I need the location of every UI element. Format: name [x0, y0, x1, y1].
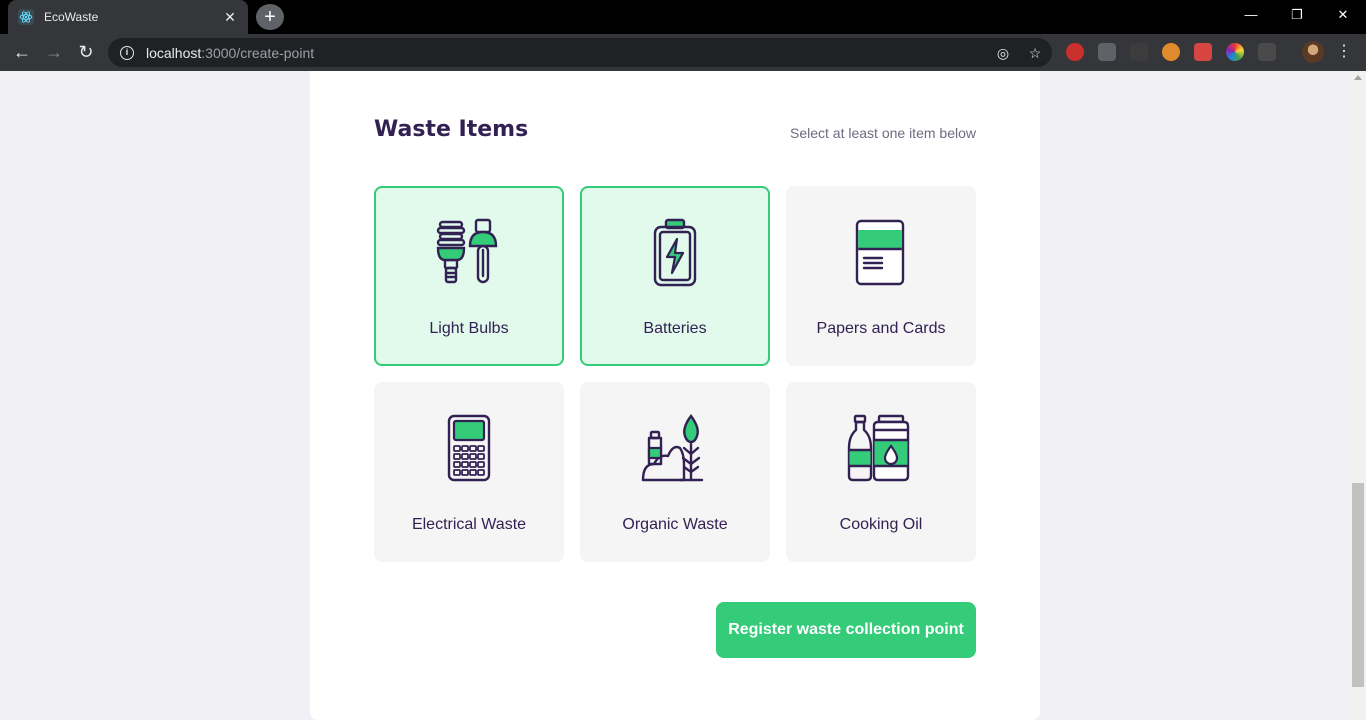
item-label: Electrical Waste — [411, 516, 527, 533]
light-bulbs-icon — [436, 218, 498, 284]
item-papers-and-cards[interactable]: Papers and Cards — [786, 186, 976, 366]
site-info-icon[interactable]: i — [120, 45, 134, 60]
back-button[interactable]: ← — [10, 40, 34, 64]
reload-button[interactable]: ↻ — [74, 40, 98, 64]
organic-icon — [641, 414, 704, 482]
tab-close-icon[interactable]: ✕ — [222, 9, 238, 26]
cooking-oil-icon — [847, 414, 910, 482]
item-light-bulbs[interactable]: Light Bulbs — [374, 186, 564, 366]
minimize-button[interactable]: — — [1228, 0, 1274, 30]
url-path: :3000/create-point — [201, 44, 315, 61]
papers-icon — [855, 219, 905, 286]
items-grid: Light Bulbs Batteries Papers and Cards E… — [374, 186, 976, 562]
scroll-up-arrow-icon[interactable] — [1354, 75, 1362, 80]
close-window-button[interactable]: ✕ — [1320, 0, 1366, 30]
item-label: Papers and Cards — [816, 320, 946, 337]
url-text: localhost:3000/create-point — [146, 45, 314, 61]
url-host: localhost — [146, 44, 202, 61]
flag-icon[interactable] — [1258, 43, 1276, 61]
tab-strip: EcoWaste ✕ + — ❐ ✕ — [0, 0, 1366, 34]
item-batteries[interactable]: Batteries — [580, 186, 770, 366]
item-label: Cooking Oil — [839, 516, 923, 533]
location-icon[interactable]: ◎ — [994, 44, 1012, 62]
restore-button[interactable]: ❐ — [1274, 0, 1320, 30]
scrollbar-thumb[interactable] — [1352, 483, 1364, 687]
json-icon[interactable] — [1130, 43, 1148, 61]
item-electrical-waste[interactable]: Electrical Waste — [374, 382, 564, 562]
new-tab-button[interactable]: + — [256, 4, 284, 30]
item-label: Light Bulbs — [429, 320, 509, 337]
tab-icon[interactable] — [1098, 43, 1116, 61]
item-label: Organic Waste — [622, 516, 728, 533]
glasses-icon[interactable] — [1162, 43, 1180, 61]
profile-avatar[interactable] — [1302, 41, 1324, 63]
electrical-icon — [447, 414, 491, 482]
register-point-button[interactable]: Register waste collection point — [716, 602, 976, 658]
address-bar[interactable]: i localhost:3000/create-point ◎ ☆ — [108, 38, 1052, 67]
page-scrollbar[interactable] — [1350, 71, 1366, 720]
color-icon[interactable] — [1226, 43, 1244, 61]
forward-button[interactable]: → — [42, 40, 66, 64]
browser-tab[interactable]: EcoWaste ✕ — [8, 0, 248, 34]
section-hint: Select at least one item below — [790, 125, 976, 141]
bookmark-star-icon[interactable]: ☆ — [1026, 44, 1044, 62]
section-title: Waste Items — [374, 117, 529, 142]
puzzle-icon[interactable] — [1194, 43, 1212, 61]
item-organic-waste[interactable]: Organic Waste — [580, 382, 770, 562]
item-cooking-oil[interactable]: Cooking Oil — [786, 382, 976, 562]
create-point-form: Waste Items Select at least one item bel… — [310, 71, 1040, 720]
adblock-icon[interactable] — [1066, 43, 1084, 61]
item-label: Batteries — [643, 320, 707, 337]
browser-toolbar: ← → ↻ i localhost:3000/create-point ◎ ☆ … — [0, 34, 1366, 71]
tab-title: EcoWaste — [44, 10, 99, 24]
browser-menu-icon[interactable]: ⋮ — [1336, 41, 1352, 63]
batteries-icon — [653, 218, 697, 287]
page-viewport: Waste Items Select at least one item bel… — [0, 71, 1350, 720]
react-favicon-icon — [18, 9, 34, 25]
